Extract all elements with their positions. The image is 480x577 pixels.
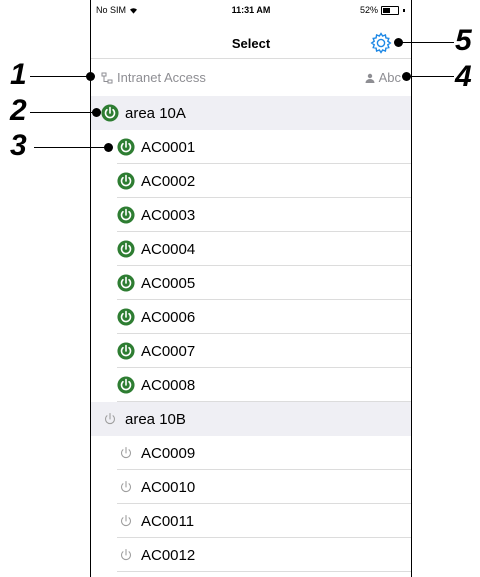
ac-unit-row[interactable]: AC0006 (91, 300, 411, 334)
ac-unit-name: AC0011 (141, 512, 195, 530)
ac-unit-name: AC0001 (141, 138, 196, 156)
ac-unit-row[interactable]: AC0004 (91, 232, 411, 266)
ac-unit-name: AC0003 (141, 206, 196, 224)
ac-unit-row[interactable]: AC0002 (91, 164, 411, 198)
ac-unit-row[interactable]: AC0001 (91, 130, 411, 164)
callout-4-dot (402, 72, 411, 81)
callout-3-dot (104, 143, 113, 152)
ac-unit-name: AC0007 (141, 342, 196, 360)
ac-unit-row[interactable]: AC0009 (91, 436, 411, 470)
phone-screen: No SIM 11:31 AM 52% Select Intranet Acce… (90, 0, 412, 577)
ac-unit-name: AC0005 (141, 274, 196, 292)
power-off-icon[interactable] (117, 444, 135, 462)
ac-unit-row[interactable]: AC0012 (91, 538, 411, 572)
power-on-icon[interactable] (101, 104, 119, 122)
callout-5-dot (394, 38, 403, 47)
power-on-icon[interactable] (117, 240, 135, 258)
callout-5: 5 (455, 24, 472, 57)
power-on-icon[interactable] (117, 172, 135, 190)
ac-unit-row[interactable]: AC0005 (91, 266, 411, 300)
user-icon (365, 73, 375, 83)
power-on-icon[interactable] (117, 274, 135, 292)
callout-2: 2 (10, 94, 27, 127)
power-on-icon[interactable] (117, 138, 135, 156)
page-title: Select (231, 36, 271, 51)
ac-unit-row[interactable]: AC0003 (91, 198, 411, 232)
intranet-label: Intranet Access (117, 70, 206, 85)
group-header[interactable]: area 10A (91, 96, 411, 130)
power-off-icon[interactable] (117, 478, 135, 496)
group-name: area 10B (125, 410, 186, 428)
ac-unit-name: AC0002 (141, 172, 196, 190)
ac-unit-name: AC0009 (141, 444, 196, 462)
callout-4-line (406, 76, 454, 77)
ac-unit-name: AC0008 (141, 376, 196, 394)
ac-unit-name: AC0010 (141, 478, 196, 496)
status-bar: No SIM 11:31 AM 52% (91, 0, 411, 20)
callout-4: 4 (455, 60, 472, 93)
power-off-icon[interactable] (117, 512, 135, 530)
callout-3-line (34, 147, 108, 148)
ac-unit-name: AC0012 (141, 546, 196, 564)
callout-1-line (30, 76, 88, 77)
power-off-icon[interactable] (101, 410, 119, 428)
ac-unit-list: area 10A AC0001 AC0002 AC0003 AC0004 AC0005 AC… (91, 96, 411, 572)
power-on-icon[interactable] (117, 206, 135, 224)
user-account[interactable]: Abc (365, 70, 401, 85)
settings-gear-icon[interactable] (369, 31, 393, 55)
callout-2-line (30, 112, 96, 113)
ac-unit-name: AC0004 (141, 240, 196, 258)
power-off-icon[interactable] (117, 546, 135, 564)
connection-info-bar: Intranet Access Abc (91, 58, 411, 96)
ac-unit-row[interactable]: AC0011 (91, 504, 411, 538)
network-icon (101, 72, 113, 83)
nav-bar: Select (91, 20, 411, 58)
power-on-icon[interactable] (117, 308, 135, 326)
battery-tip (403, 8, 405, 12)
power-on-icon[interactable] (117, 342, 135, 360)
callout-1: 1 (10, 58, 27, 91)
ac-unit-row[interactable]: AC0008 (91, 368, 411, 402)
group-name: area 10A (125, 104, 186, 122)
ac-unit-row[interactable]: AC0010 (91, 470, 411, 504)
battery-percent: 52% (359, 5, 378, 15)
ac-unit-name: AC0006 (141, 308, 196, 326)
battery-icon (381, 5, 399, 15)
callout-3: 3 (10, 129, 27, 162)
user-name: Abc (378, 70, 401, 85)
power-on-icon[interactable] (117, 376, 135, 394)
ac-unit-row[interactable]: AC0007 (91, 334, 411, 368)
callout-5-line (398, 42, 454, 43)
callout-2-dot (92, 108, 101, 117)
group-header[interactable]: area 10B (91, 402, 411, 436)
battery-status: 52% (360, 5, 405, 15)
intranet-access: Intranet Access (101, 70, 206, 85)
callout-1-dot (86, 72, 95, 81)
